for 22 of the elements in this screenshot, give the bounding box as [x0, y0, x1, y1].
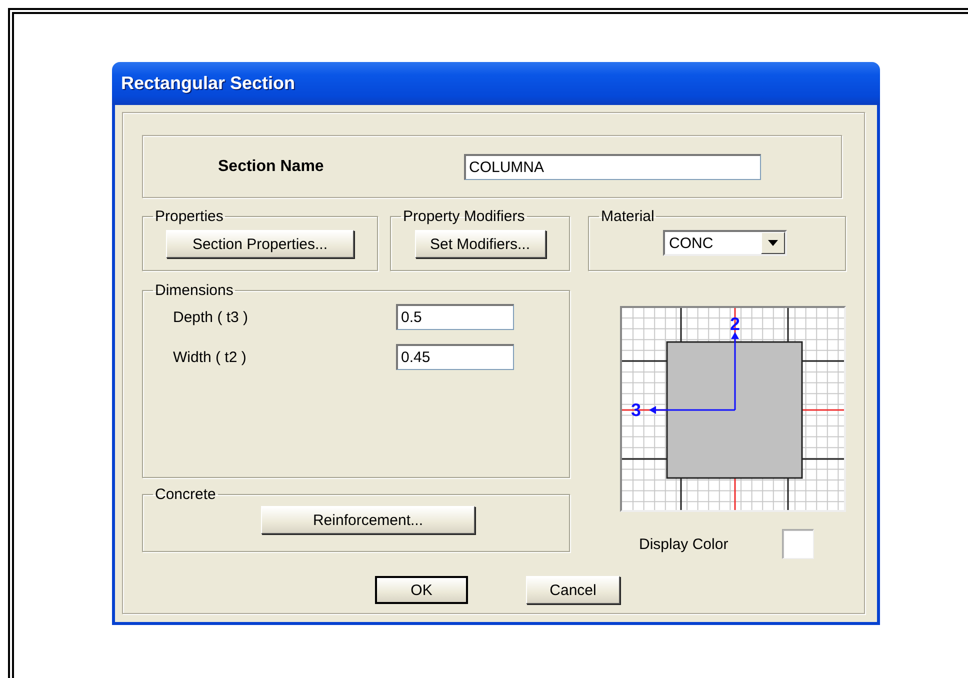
- group-label: Concrete: [155, 486, 216, 503]
- section-name-field[interactable]: COLUMNA: [464, 154, 761, 180]
- group-label: Property Modifiers: [403, 208, 525, 225]
- ok-button[interactable]: OK: [375, 576, 468, 604]
- cancel-button[interactable]: Cancel: [526, 576, 620, 604]
- set-modifiers-button[interactable]: Set Modifiers...: [414, 230, 546, 258]
- field-label: Width ( t2 ): [172, 348, 248, 366]
- group-label: Properties: [155, 208, 224, 225]
- field-label: Depth ( t3 ): [172, 308, 250, 326]
- input-field[interactable]: 0.45: [396, 344, 514, 370]
- dropdown-button[interactable]: [761, 232, 785, 254]
- reinforcement-button[interactable]: Reinforcement...: [261, 506, 475, 534]
- field-label: Section Name: [218, 158, 325, 176]
- input-field[interactable]: 0.5: [396, 304, 514, 330]
- material-dropdown[interactable]: CONC: [663, 230, 787, 256]
- window-title: Rectangular Section: [121, 73, 296, 94]
- color-swatch[interactable]: [782, 529, 814, 559]
- group-label: Dimensions: [155, 282, 234, 299]
- group-label: Material: [601, 208, 654, 225]
- section-properties-button[interactable]: Section Properties...: [166, 230, 354, 258]
- caret-icon: [768, 240, 778, 246]
- field-label: Display Color: [639, 536, 728, 552]
